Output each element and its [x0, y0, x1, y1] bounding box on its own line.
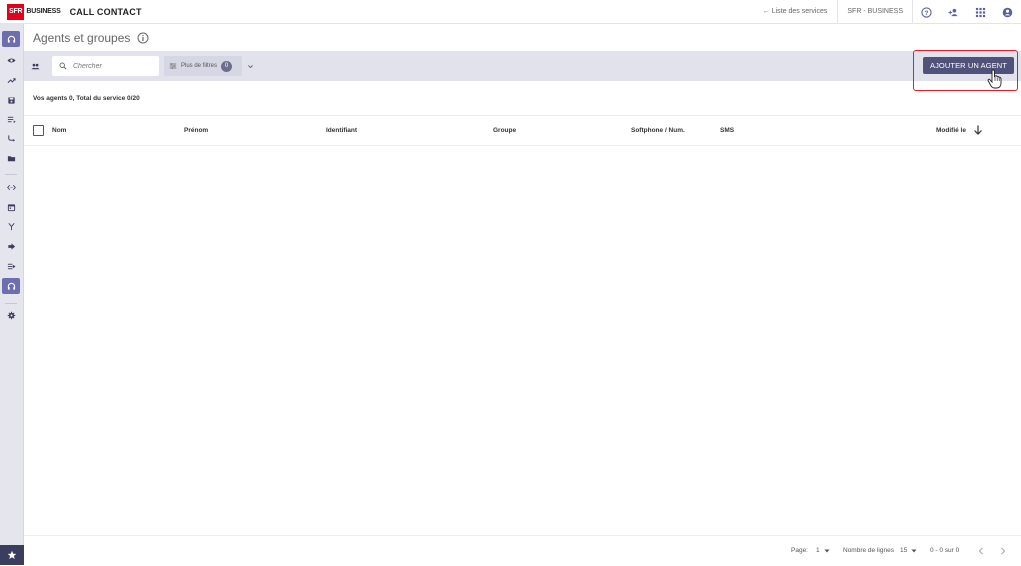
sidebar-item-distribution[interactable]	[2, 218, 20, 234]
column-header-modifie-le[interactable]: Modifié le	[936, 116, 966, 145]
sidebar-separator	[5, 303, 17, 304]
pagination-range: 0 - 0 sur 0	[930, 547, 960, 554]
code-icon	[6, 184, 16, 190]
trending-icon	[7, 77, 16, 83]
filter-sliders-icon	[169, 63, 177, 69]
add-user-icon[interactable]	[940, 0, 967, 24]
caret-down-icon[interactable]	[824, 548, 830, 554]
account-selector[interactable]: SFR - BUSINESS	[838, 0, 913, 24]
sidebar-item-lists[interactable]	[2, 111, 20, 127]
app-title: CALL CONTACT	[69, 6, 142, 17]
help-icon[interactable]: ?	[913, 0, 940, 24]
sort-arrow-down-icon[interactable]	[972, 124, 984, 136]
info-icon[interactable]	[137, 32, 149, 44]
select-all-checkbox[interactable]	[33, 125, 44, 136]
sidebar-item-forwarding[interactable]	[2, 238, 20, 254]
filters-count-badge: 0	[221, 60, 233, 72]
sfr-business-logo[interactable]: SFR BUSINESS	[7, 3, 61, 20]
table-pagination-footer: Page: 1 Nombre de lignes 15 0 - 0 sur 0	[24, 535, 1021, 565]
favorites-button[interactable]	[0, 545, 24, 565]
column-header-softphone[interactable]: Softphone / Num.	[631, 116, 685, 145]
sidebar-item-supervision[interactable]	[2, 52, 20, 68]
headset-icon	[7, 35, 15, 43]
group-icon	[30, 63, 40, 69]
chevron-down-icon	[247, 64, 253, 68]
column-header-prenom[interactable]: Prénom	[184, 116, 208, 145]
sidebar	[0, 24, 24, 565]
star-icon	[7, 550, 17, 559]
sidebar-item-agents-top[interactable]	[2, 31, 20, 47]
rows-per-page-selector[interactable]: 15	[900, 536, 907, 566]
group-view-toggle[interactable]	[25, 51, 45, 81]
svg-text:?: ?	[925, 9, 929, 16]
folder-icon	[7, 155, 15, 161]
apps-grid-icon[interactable]	[967, 0, 994, 24]
merge-icon	[7, 222, 15, 230]
column-header-sms[interactable]: SMS	[720, 116, 734, 145]
sidebar-item-agents-groups[interactable]	[2, 278, 20, 294]
more-filters-button[interactable]: Plus de filtres 0	[164, 56, 242, 76]
sidebar-item-queues[interactable]	[2, 258, 20, 274]
search-icon	[59, 62, 67, 70]
settings-icon	[7, 311, 15, 319]
column-header-groupe[interactable]: Groupe	[493, 116, 516, 145]
sidebar-item-routing[interactable]	[2, 130, 20, 146]
more-filters-label: Plus de filtres	[181, 63, 218, 69]
sidebar-item-recordings[interactable]	[2, 92, 20, 108]
hand-cursor-icon	[987, 69, 1002, 89]
page-title: Agents et groupes	[33, 30, 131, 45]
column-header-nom[interactable]: Nom	[52, 116, 66, 145]
column-header-identifiant[interactable]: Identifiant	[326, 116, 357, 145]
sidebar-item-integrations[interactable]	[2, 179, 20, 195]
account-icon[interactable]	[994, 0, 1021, 24]
sidebar-separator	[5, 174, 17, 175]
logo-business-text: BUSINESS	[26, 8, 61, 15]
calendar-icon	[7, 203, 15, 211]
search-input[interactable]	[73, 62, 148, 70]
services-list-link[interactable]: ← Liste des services	[753, 0, 839, 24]
rows-per-page-label: Nombre de lignes	[843, 547, 894, 554]
forward-icon	[7, 242, 15, 250]
filter-bar: Plus de filtres 0	[24, 51, 1021, 81]
search-box[interactable]	[52, 56, 159, 76]
filters-dropdown-toggle[interactable]	[243, 56, 257, 76]
caret-down-icon[interactable]	[911, 548, 917, 554]
routing-icon	[7, 134, 15, 142]
agents-table-header: Nom Prénom Identifiant Groupe Softphone …	[24, 115, 1021, 146]
eye-icon	[6, 57, 16, 63]
page-label: Page:	[791, 547, 808, 554]
top-right-actions: ← Liste des services SFR - BUSINESS ?	[753, 0, 1021, 24]
headset-icon	[7, 282, 15, 290]
page-header: Agents et groupes	[24, 24, 1021, 51]
page-selector[interactable]: 1	[816, 536, 820, 566]
top-bar: SFR BUSINESS CALL CONTACT ← Liste des se…	[0, 0, 1021, 24]
sidebar-item-folders[interactable]	[2, 150, 20, 166]
sidebar-item-statistics[interactable]	[2, 72, 20, 88]
save-icon	[7, 96, 15, 104]
next-page-icon[interactable]	[998, 546, 1008, 556]
sidebar-item-calendar[interactable]	[2, 199, 20, 215]
agents-count-summary: Vos agents 0, Total du service 0/20	[33, 95, 140, 102]
list-icon	[7, 116, 16, 123]
logo-sfr-text: SFR	[7, 3, 25, 20]
sidebar-item-settings[interactable]	[2, 307, 20, 323]
previous-page-icon[interactable]	[976, 546, 986, 556]
queue-icon	[7, 263, 16, 269]
